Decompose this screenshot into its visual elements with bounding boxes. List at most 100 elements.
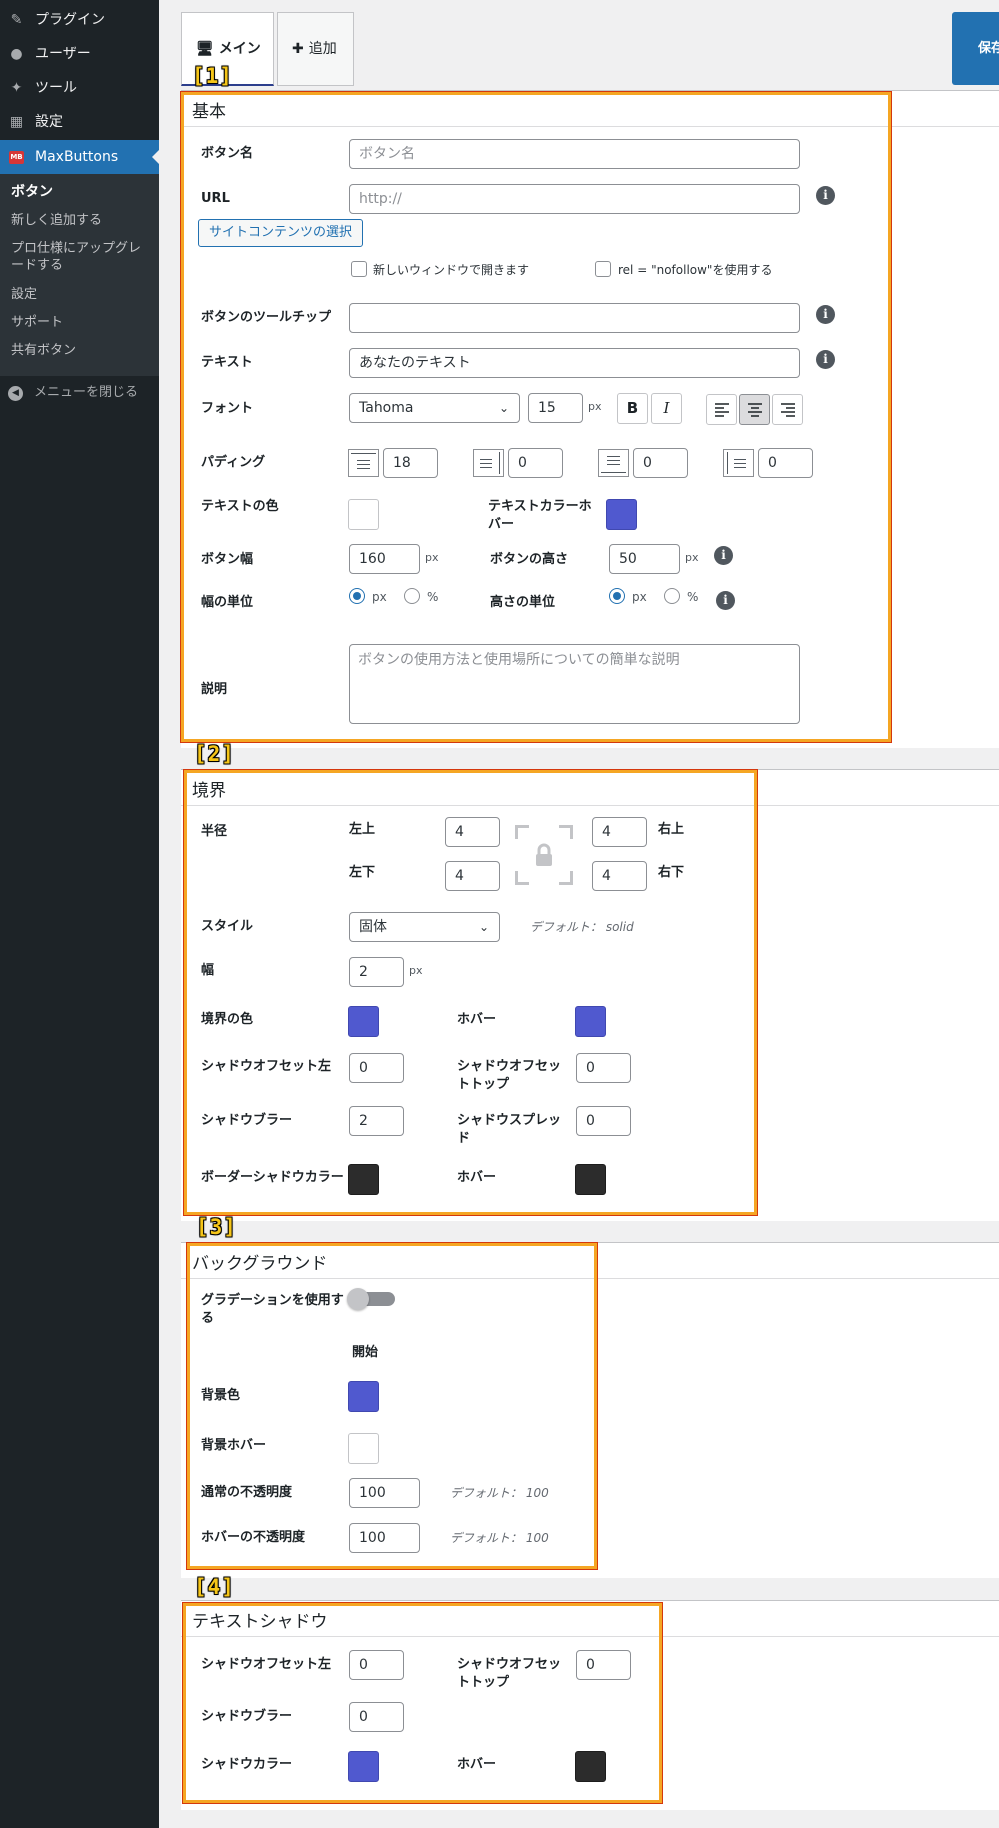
new-window-checkbox[interactable] [351, 261, 367, 277]
text-color-swatch[interactable] [348, 499, 379, 530]
hover-opacity-input[interactable]: 100 [349, 1523, 420, 1553]
height-unit-percent-label: % [687, 590, 699, 604]
info-icon[interactable]: i [714, 546, 733, 565]
px-unit: px [409, 964, 423, 977]
text-shadow-blur-input[interactable]: 0 [349, 1702, 404, 1732]
width-unit-percent-label: % [427, 590, 439, 604]
align-right-icon [780, 403, 795, 417]
gradient-toggle[interactable] [347, 1288, 395, 1310]
tooltip-input[interactable] [349, 303, 800, 333]
submenu-item-buttons[interactable]: ボタン [11, 184, 153, 201]
padding-bottom-input[interactable]: 0 [633, 448, 688, 478]
text-color-label: テキストの色 [201, 499, 279, 514]
radius-bottom-right-input[interactable]: 4 [592, 861, 647, 891]
shadow-spread-input[interactable]: 0 [576, 1106, 631, 1136]
align-center-button[interactable] [739, 394, 770, 425]
info-icon[interactable]: i [816, 305, 835, 324]
text-shadow-offset-left-input[interactable]: 0 [349, 1650, 404, 1680]
hover-opacity-default-hint: デフォルト： 100 [450, 1531, 549, 1545]
font-label: フォント [201, 401, 254, 416]
active-menu-arrow [152, 150, 159, 164]
text-input[interactable]: あなたのテキスト [349, 348, 800, 378]
text-shadow-color-swatch[interactable] [348, 1751, 379, 1782]
user-icon: ● [10, 46, 23, 62]
info-icon[interactable]: i [816, 186, 835, 205]
padding-left-input[interactable]: 0 [758, 448, 813, 478]
description-textarea[interactable]: ボタンの使用方法と使用場所についての簡単な説明 [349, 644, 800, 724]
button-width-input[interactable]: 160 [349, 544, 420, 574]
padding-top-input[interactable]: 18 [383, 448, 438, 478]
url-label: URL [201, 191, 230, 206]
info-icon[interactable]: i [716, 591, 735, 610]
text-shadow-blur-label: シャドウブラー [201, 1709, 293, 1724]
sidebar-item-users[interactable]: ● ユーザー [0, 37, 159, 71]
bg-color-swatch[interactable] [348, 1381, 379, 1412]
start-label: 開始 [352, 1345, 379, 1360]
wrench-icon: ✦ [10, 80, 23, 96]
nofollow-checkbox[interactable] [595, 261, 611, 277]
opacity-input[interactable]: 100 [349, 1478, 420, 1508]
button-name-input[interactable]: ボタン名 [349, 139, 800, 169]
italic-button[interactable]: I [651, 393, 682, 424]
border-hover-swatch[interactable] [575, 1006, 606, 1037]
border-style-select[interactable]: 固体 ⌄ [349, 912, 500, 942]
font-size-input[interactable]: 15 [528, 393, 583, 423]
sidebar-item-plugins[interactable]: ✎ プラグイン [0, 3, 159, 37]
submenu-item-share-buttons[interactable]: 共有ボタン [11, 342, 153, 359]
bold-button[interactable]: B [617, 393, 648, 424]
border-shadow-hover-swatch[interactable] [575, 1164, 606, 1195]
border-color-swatch[interactable] [348, 1006, 379, 1037]
marker-1: [1] [192, 64, 233, 88]
submenu-item-upgrade[interactable]: プロ仕様にアップグレードする [11, 240, 153, 274]
info-icon[interactable]: i [816, 350, 835, 369]
align-right-button[interactable] [772, 394, 803, 425]
text-color-hover-swatch[interactable] [606, 499, 637, 530]
text-shadow-color-label: シャドウカラー [201, 1757, 293, 1772]
lock-icon [536, 843, 552, 866]
shadow-offset-top-input[interactable]: 0 [576, 1053, 631, 1083]
sidebar-submenu: ボタン 新しく追加する プロ仕様にアップグレードする 設定 サポート 共有ボタン [0, 174, 159, 376]
radius-bottom-left-input[interactable]: 4 [445, 861, 500, 891]
font-select[interactable]: Tahoma ⌄ [349, 393, 520, 423]
padding-bottom-icon [598, 449, 629, 477]
text-shadow-offset-top-input[interactable]: 0 [576, 1650, 631, 1680]
save-button[interactable]: 保存 [952, 12, 999, 85]
height-unit-percent-radio[interactable] [664, 588, 680, 604]
top-right-label: 右上 [658, 822, 685, 837]
border-shadow-color-label: ボーダーシャドウカラー [201, 1170, 344, 1185]
url-input[interactable]: http:// [349, 184, 800, 214]
radius-lock[interactable] [515, 825, 573, 885]
submenu-item-settings[interactable]: 設定 [11, 286, 153, 303]
align-left-button[interactable] [706, 394, 737, 425]
sidebar-item-maxbuttons[interactable]: MB MaxButtons [0, 140, 159, 174]
font-select-value: Tahoma [359, 400, 414, 416]
padding-right-input[interactable]: 0 [508, 448, 563, 478]
sidebar-item-tools[interactable]: ✦ ツール [0, 71, 159, 105]
plugin-icon: ✎ [10, 12, 23, 28]
shadow-offset-left-input[interactable]: 0 [349, 1053, 404, 1083]
collapse-menu-button[interactable]: ◀ メニューを閉じる [0, 378, 159, 408]
border-shadow-color-swatch[interactable] [348, 1164, 379, 1195]
site-content-button[interactable]: サイトコンテンツの選択 [198, 219, 364, 247]
width-unit-px-radio[interactable] [349, 588, 365, 604]
border-color-label: 境界の色 [201, 1012, 254, 1027]
text-shadow-hover-swatch[interactable] [575, 1751, 606, 1782]
radius-top-right-input[interactable]: 4 [592, 817, 647, 847]
divider [181, 1278, 999, 1279]
shadow-blur-input[interactable]: 2 [349, 1106, 404, 1136]
height-unit-px-radio[interactable] [609, 588, 625, 604]
submenu-item-add-new[interactable]: 新しく追加する [11, 212, 153, 229]
width-unit-px-label: px [372, 590, 387, 604]
sidebar-item-settings[interactable]: ▦ 設定 [0, 105, 159, 139]
divider [181, 126, 999, 127]
url-placeholder: http:// [359, 191, 402, 207]
panel-title: 基本 [192, 102, 226, 122]
radius-top-left-input[interactable]: 4 [445, 817, 500, 847]
submenu-item-support[interactable]: サポート [11, 314, 153, 331]
bg-hover-swatch[interactable] [348, 1433, 379, 1464]
tab-add[interactable]: ✚ 追加 [277, 12, 354, 86]
sidebar-item-label: ユーザー [35, 46, 91, 62]
border-width-input[interactable]: 2 [349, 957, 404, 987]
button-height-input[interactable]: 50 [609, 544, 680, 574]
width-unit-percent-radio[interactable] [404, 588, 420, 604]
